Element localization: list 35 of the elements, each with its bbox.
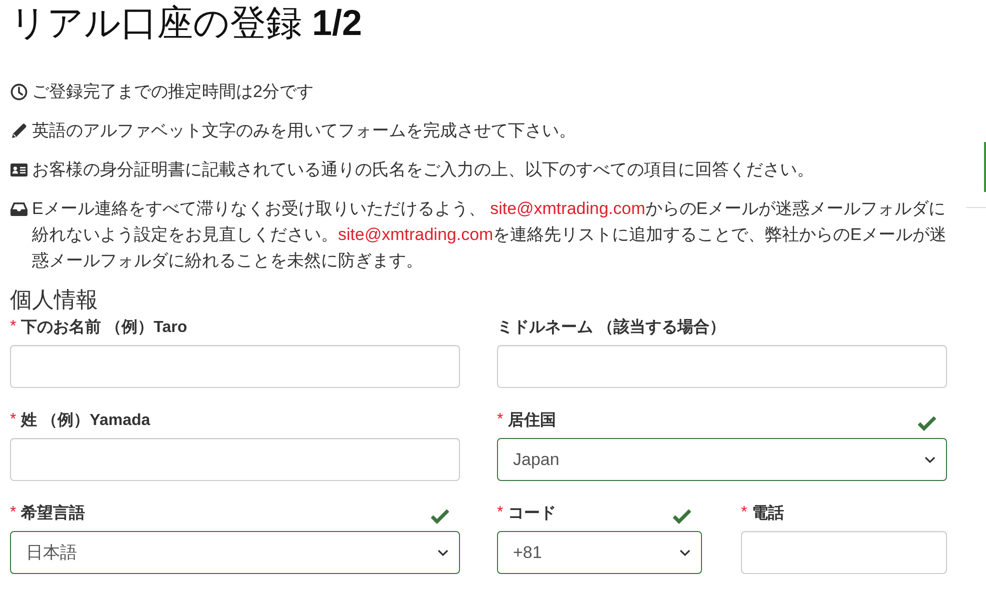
chevron-down-icon [679, 548, 691, 556]
field-label: 姓 （例）Yamada [21, 410, 150, 430]
required-asterisk: * [497, 411, 504, 429]
chevron-down-icon [924, 456, 936, 464]
field-label: 希望言語 [21, 503, 86, 524]
input-field[interactable] [10, 345, 460, 388]
email-link[interactable]: site@xmtrading.com [490, 199, 646, 218]
input-field[interactable] [497, 345, 947, 388]
page-title: リアル口座の登録 1/2 [10, 1, 364, 45]
note-text: ご登録完了までの推定時間は2分です [32, 81, 314, 103]
required-asterisk: * [497, 504, 504, 522]
field-label: 下のお名前 （例）Taro [21, 318, 188, 338]
required-asterisk: * [10, 504, 16, 522]
field-label: コード [508, 504, 556, 524]
clock-icon [10, 83, 28, 101]
inbox-icon [10, 200, 28, 218]
required-asterisk: * [10, 318, 16, 336]
field-label: ミドルネーム （該当する場合） [497, 317, 726, 338]
select-field[interactable]: Japan [497, 438, 947, 481]
input-field[interactable] [10, 438, 460, 481]
field-label: 電話 [752, 503, 784, 524]
note-text: Eメール連絡をすべて滞りなくお受け取りいただけるよう、 site@xmtrading.comからのEメールが迷惑メールフォルダに紛れないよう設定をお見直しください。site@xmtrading.comを連絡先リストに追加することで、弊社からのEメールが迷惑メールフォルダに紛れることを未然に防ぎます。 [32, 198, 947, 272]
field-label: 居住国 [508, 410, 556, 430]
id-card-icon [10, 161, 28, 179]
input-field[interactable] [741, 531, 947, 574]
required-asterisk: * [741, 504, 748, 522]
required-asterisk: * [10, 411, 16, 429]
select-field[interactable]: +81 [497, 531, 702, 574]
chevron-down-icon [437, 548, 449, 556]
pencil-icon [10, 122, 28, 140]
note-text: 英語のアルファベット文字のみを用いてフォームを完成させて下さい。 [32, 120, 577, 142]
select-field[interactable]: 日本語 [10, 531, 460, 574]
section-heading: 個人情報 [10, 287, 99, 313]
note-text: お客様の身分証明書に記載されている通りの氏名をご入力の上、以下のすべての項目に回答ください。 [32, 159, 815, 181]
email-link[interactable]: site@xmtrading.com [338, 225, 494, 244]
